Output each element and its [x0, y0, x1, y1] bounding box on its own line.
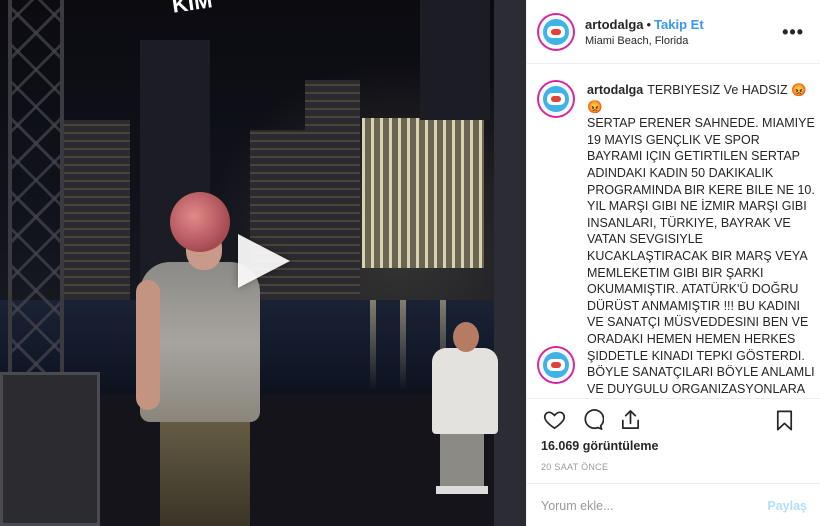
lit-building: [362, 118, 484, 268]
like-button[interactable]: [541, 406, 567, 432]
caption-text: artodalga TERBIYESIZ Ve HADSIZ 😡 😡 SERTAP…: [587, 82, 815, 398]
stage-truss-right: [494, 0, 526, 526]
caption-body: TERBIYESIZ Ve HADSIZ 😡 😡 SERTAP ERENER S…: [587, 83, 815, 396]
caption: artodalga TERBIYESIZ Ve HADSIZ 😡 😡 SERTAP…: [539, 82, 815, 398]
building: [60, 120, 130, 300]
separator-dot: •: [646, 16, 652, 32]
bookmark-icon: [776, 410, 792, 430]
man-head: [453, 322, 479, 352]
comment-form: Paylaş: [527, 483, 820, 526]
comments-area[interactable]: artodalga TERBIYESIZ Ve HADSIZ 😡 😡 SERTAP…: [527, 64, 820, 398]
man-legs: [440, 430, 484, 492]
post-video[interactable]: KIM: [0, 0, 526, 526]
comment-button[interactable]: [579, 406, 605, 432]
caption-avatar[interactable]: [539, 82, 573, 116]
singer-arm: [136, 280, 160, 410]
username-link[interactable]: artodalga: [585, 17, 644, 32]
building: [305, 80, 360, 300]
post-header: artodalga • Takip Et Miami Beach, Florida …: [527, 0, 820, 64]
singer-hair: [170, 192, 230, 252]
follow-button[interactable]: Takip Et: [654, 17, 704, 32]
share-icon: [621, 409, 639, 429]
comment-input[interactable]: [541, 498, 768, 513]
avatar-image: [543, 86, 569, 112]
building: [420, 0, 490, 120]
avatar-image: [543, 18, 569, 45]
light-reflection: [400, 300, 406, 390]
caption-username[interactable]: artodalga: [587, 83, 643, 97]
more-options-icon[interactable]: •••: [782, 22, 804, 43]
post-time[interactable]: 20 SAAT ÖNCE: [527, 462, 820, 472]
man-body: [432, 348, 498, 434]
location-link[interactable]: Miami Beach, Florida: [585, 35, 704, 47]
heart-icon: [543, 410, 565, 429]
share-button[interactable]: [617, 406, 643, 432]
stage-speaker: [0, 372, 100, 526]
avatar[interactable]: [539, 14, 573, 49]
post-comment-button[interactable]: Paylaş: [767, 499, 807, 513]
singer-legs: [160, 410, 250, 526]
play-icon[interactable]: [238, 234, 290, 288]
post-footer: 16.069 görüntüleme 20 SAAT ÖNCE Paylaş: [527, 398, 820, 513]
save-button[interactable]: [771, 407, 797, 433]
header-row: artodalga • Takip Et: [585, 17, 704, 33]
post-sidebar: artodalga • Takip Et Miami Beach, Florida …: [526, 0, 820, 526]
video-overlay-text: KIM: [170, 0, 214, 18]
action-bar: [527, 399, 820, 439]
header-text: artodalga • Takip Et Miami Beach, Florida: [585, 17, 704, 47]
comment-avatar[interactable]: [539, 348, 573, 382]
man-feet: [436, 486, 488, 494]
avatar-image: [543, 352, 569, 378]
light-reflection: [370, 300, 376, 390]
comment-bubble-icon: [583, 408, 604, 430]
view-count[interactable]: 16.069 görüntüleme: [527, 439, 820, 453]
